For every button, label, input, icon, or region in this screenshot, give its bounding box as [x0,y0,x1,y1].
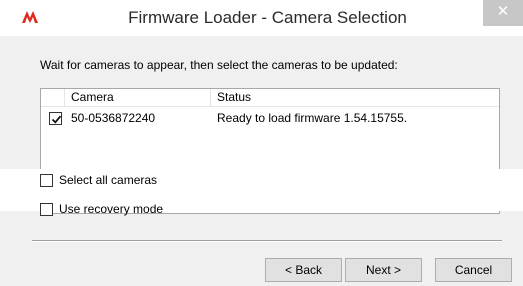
camera-list-header: Camera Status [41,89,499,107]
window-title: Firmware Loader - Camera Selection [128,8,407,27]
checkmark-icon [51,115,62,124]
column-header-check[interactable] [41,89,65,107]
next-button[interactable]: Next > [345,258,422,282]
camera-serial: 50-0536872240 [71,111,156,125]
dialog-body: Wait for cameras to appear, then select … [0,36,523,286]
column-header-camera[interactable]: Camera [65,89,211,107]
firmware-loader-window: Firmware Loader - Camera Selection ✕ Wai… [0,0,523,286]
button-separator [32,240,502,242]
select-all-checkbox[interactable] [40,174,53,187]
recovery-mode-checkbox[interactable] [40,203,53,216]
title-bar: Firmware Loader - Camera Selection ✕ [0,0,523,36]
table-row[interactable]: 50-0536872240 Ready to load firmware 1.5… [41,109,499,127]
recovery-mode-label[interactable]: Use recovery mode [59,202,163,216]
instruction-text: Wait for cameras to appear, then select … [40,58,398,72]
camera-row-checkbox[interactable] [49,112,62,125]
select-all-label[interactable]: Select all cameras [59,173,157,187]
cancel-button[interactable]: Cancel [435,258,512,282]
camera-status: Ready to load firmware 1.54.15755. [217,111,408,125]
column-header-status[interactable]: Status [211,89,499,107]
close-button[interactable]: ✕ [483,0,523,26]
close-icon: ✕ [496,3,510,20]
back-button[interactable]: < Back [265,258,342,282]
